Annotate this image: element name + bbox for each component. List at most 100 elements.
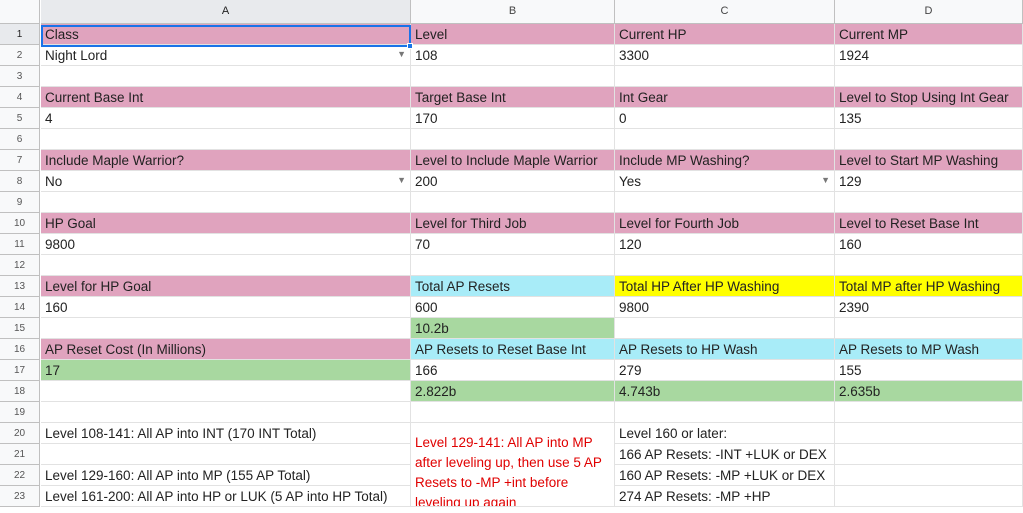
cell-c20[interactable]: Level 160 or later:: [615, 423, 835, 444]
cell-a2[interactable]: Night Lord ▼: [41, 45, 411, 66]
cell-b5[interactable]: 170: [411, 108, 615, 129]
cell-a15[interactable]: [41, 318, 411, 339]
cell-a22[interactable]: Level 129-160: All AP into MP (155 AP To…: [41, 465, 411, 486]
cell-c16[interactable]: AP Resets to HP Wash: [615, 339, 835, 360]
row-header-5[interactable]: 5: [0, 108, 40, 129]
cell-c11[interactable]: 120: [615, 234, 835, 255]
cell-a23[interactable]: Level 161-200: All AP into HP or LUK (5 …: [41, 486, 411, 507]
row-header-4[interactable]: 4: [0, 87, 40, 108]
cell-a7[interactable]: Include Maple Warrior?: [41, 150, 411, 171]
cell-d12[interactable]: [835, 255, 1023, 276]
cell-b6[interactable]: [411, 129, 615, 150]
cell-d6[interactable]: [835, 129, 1023, 150]
dropdown-arrow-icon[interactable]: ▼: [397, 49, 406, 59]
cell-d2[interactable]: 1924: [835, 45, 1023, 66]
row-header-20[interactable]: 20: [0, 423, 40, 444]
row-header-19[interactable]: 19: [0, 402, 40, 423]
cell-b10[interactable]: Level for Third Job: [411, 213, 615, 234]
cell-a12[interactable]: [41, 255, 411, 276]
cell-d7[interactable]: Level to Start MP Washing: [835, 150, 1023, 171]
cell-a16[interactable]: AP Reset Cost (In Millions): [41, 339, 411, 360]
cell-c6[interactable]: [615, 129, 835, 150]
row-header-3[interactable]: 3: [0, 66, 40, 87]
cell-d14[interactable]: 2390: [835, 297, 1023, 318]
cell-c19[interactable]: [615, 402, 835, 423]
cell-b19[interactable]: [411, 402, 615, 423]
cell-c15[interactable]: [615, 318, 835, 339]
cell-c13[interactable]: Total HP After HP Washing: [615, 276, 835, 297]
select-all-corner[interactable]: [0, 0, 40, 24]
cell-d9[interactable]: [835, 192, 1023, 213]
cell-c2[interactable]: 3300: [615, 45, 835, 66]
cell-d16[interactable]: AP Resets to MP Wash: [835, 339, 1023, 360]
row-header-8[interactable]: 8: [0, 171, 40, 192]
cell-b14[interactable]: 600: [411, 297, 615, 318]
row-header-13[interactable]: 13: [0, 276, 40, 297]
column-header-a[interactable]: A: [41, 0, 411, 24]
cell-d22[interactable]: [835, 465, 1023, 486]
row-header-21[interactable]: 21: [0, 444, 40, 465]
cell-c5[interactable]: 0: [615, 108, 835, 129]
row-header-18[interactable]: 18: [0, 381, 40, 402]
cell-d3[interactable]: [835, 66, 1023, 87]
cell-b1[interactable]: Level: [411, 24, 615, 45]
row-header-23[interactable]: 23: [0, 486, 40, 507]
cell-a11[interactable]: 9800: [41, 234, 411, 255]
cell-d19[interactable]: [835, 402, 1023, 423]
cell-d17[interactable]: 155: [835, 360, 1023, 381]
cell-c4[interactable]: Int Gear: [615, 87, 835, 108]
cell-a14[interactable]: 160: [41, 297, 411, 318]
cell-b18[interactable]: 2.822b: [411, 381, 615, 402]
cell-a6[interactable]: [41, 129, 411, 150]
row-header-9[interactable]: 9: [0, 192, 40, 213]
cell-c18[interactable]: 4.743b: [615, 381, 835, 402]
row-header-6[interactable]: 6: [0, 129, 40, 150]
cell-d15[interactable]: [835, 318, 1023, 339]
row-header-2[interactable]: 2: [0, 45, 40, 66]
cell-b3[interactable]: [411, 66, 615, 87]
row-header-1[interactable]: 1: [0, 24, 40, 45]
cell-a3[interactable]: [41, 66, 411, 87]
cell-c21[interactable]: 166 AP Resets: -INT +LUK or DEX: [615, 444, 835, 465]
fill-handle[interactable]: [407, 43, 413, 49]
cell-c1[interactable]: Current HP: [615, 24, 835, 45]
cell-b9[interactable]: [411, 192, 615, 213]
cell-d4[interactable]: Level to Stop Using Int Gear: [835, 87, 1023, 108]
row-header-10[interactable]: 10: [0, 213, 40, 234]
cell-b2[interactable]: 108: [411, 45, 615, 66]
cell-a10[interactable]: HP Goal: [41, 213, 411, 234]
cell-b11[interactable]: 70: [411, 234, 615, 255]
row-header-17[interactable]: 17: [0, 360, 40, 381]
cell-a9[interactable]: [41, 192, 411, 213]
cell-a17[interactable]: 17: [41, 360, 411, 381]
cell-b7[interactable]: Level to Include Maple Warrior: [411, 150, 615, 171]
cell-d13[interactable]: Total MP after HP Washing: [835, 276, 1023, 297]
cell-c7[interactable]: Include MP Washing?: [615, 150, 835, 171]
row-header-22[interactable]: 22: [0, 465, 40, 486]
cell-c3[interactable]: [615, 66, 835, 87]
cell-d20[interactable]: [835, 423, 1023, 444]
cell-b16[interactable]: AP Resets to Reset Base Int: [411, 339, 615, 360]
row-header-15[interactable]: 15: [0, 318, 40, 339]
cell-a13[interactable]: Level for HP Goal: [41, 276, 411, 297]
cell-b4[interactable]: Target Base Int: [411, 87, 615, 108]
row-header-11[interactable]: 11: [0, 234, 40, 255]
cell-c12[interactable]: [615, 255, 835, 276]
dropdown-arrow-icon[interactable]: ▼: [397, 175, 406, 185]
cell-b8[interactable]: 200: [411, 171, 615, 192]
cell-a5[interactable]: 4: [41, 108, 411, 129]
cell-d5[interactable]: 135: [835, 108, 1023, 129]
cell-d11[interactable]: 160: [835, 234, 1023, 255]
cell-c23[interactable]: 274 AP Resets: -MP +HP: [615, 486, 835, 507]
cell-d8[interactable]: 129: [835, 171, 1023, 192]
cell-d21[interactable]: [835, 444, 1023, 465]
dropdown-arrow-icon[interactable]: ▼: [821, 175, 830, 185]
row-header-16[interactable]: 16: [0, 339, 40, 360]
cell-a4[interactable]: Current Base Int: [41, 87, 411, 108]
row-header-12[interactable]: 12: [0, 255, 40, 276]
cell-a1[interactable]: Class: [41, 24, 411, 45]
cell-a18[interactable]: [41, 381, 411, 402]
cell-d10[interactable]: Level to Reset Base Int: [835, 213, 1023, 234]
cell-a19[interactable]: [41, 402, 411, 423]
cell-c22[interactable]: 160 AP Resets: -MP +LUK or DEX: [615, 465, 835, 486]
